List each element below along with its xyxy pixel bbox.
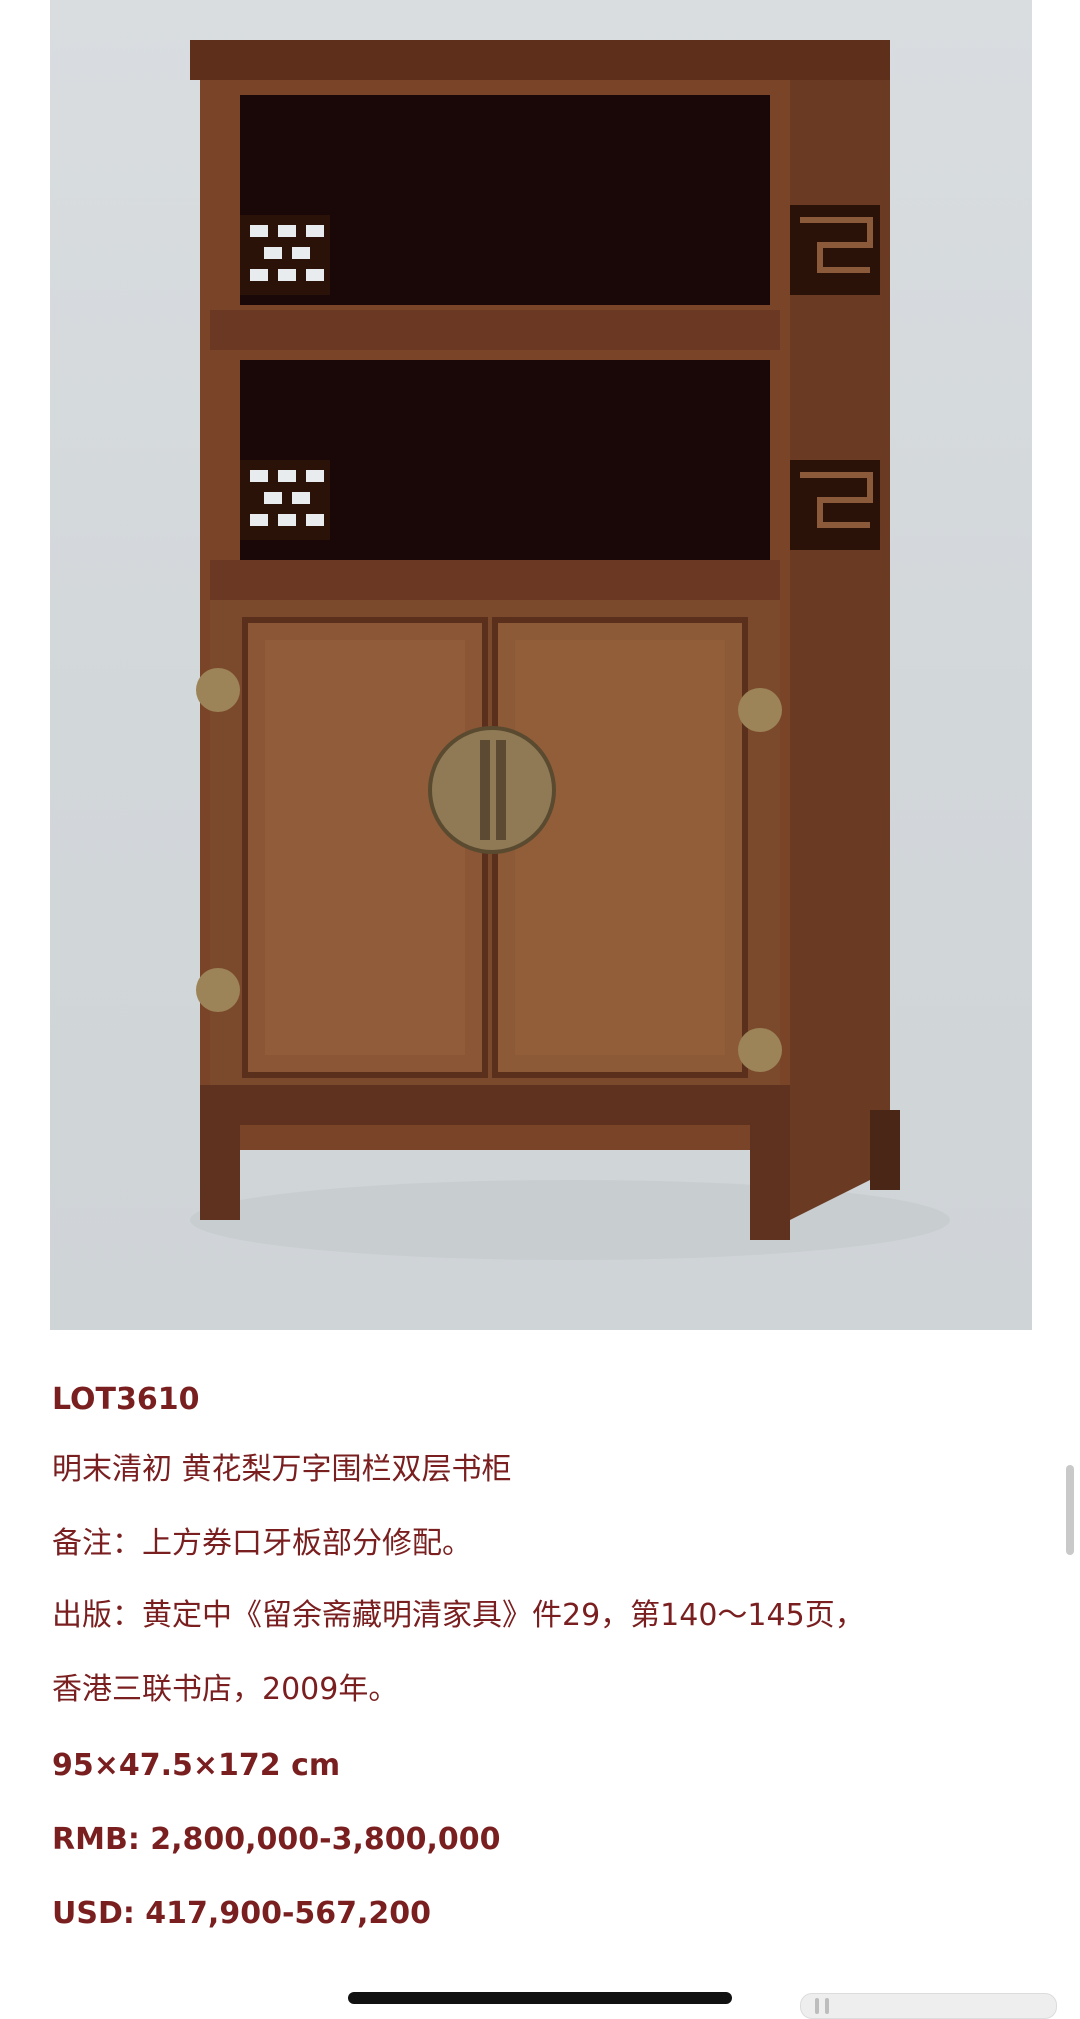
grip-icon (815, 1998, 819, 2014)
lot-number: LOT3610 (52, 1382, 200, 1417)
floating-toolbar[interactable] (800, 1993, 1057, 2019)
cabinet-illustration (190, 40, 950, 1260)
leg-front-left (200, 1120, 240, 1220)
lot-dimensions: 95×47.5×172 cm (52, 1748, 341, 1783)
home-indicator[interactable] (348, 1992, 732, 2004)
lot-publication-line2: 香港三联书店，2009年。 (52, 1672, 399, 1707)
product-photo[interactable] (50, 0, 1032, 1330)
lot-price-rmb: RMB: 2,800,000-3,800,000 (52, 1822, 501, 1857)
grip-icon (825, 1998, 829, 2014)
lot-price-usd: USD: 417,900-567,200 (52, 1896, 432, 1931)
leg-front-right (750, 1120, 790, 1240)
lot-title: 明末清初 黄花梨万字围栏双层书柜 (52, 1452, 512, 1487)
leg-back-right (870, 1110, 900, 1190)
lot-note: 备注：上方券口牙板部分修配。 (52, 1526, 472, 1561)
scrollbar[interactable] (1066, 1465, 1074, 1555)
lot-publication-line1: 出版：黄定中《留余斋藏明清家具》件29，第140～145页， (52, 1598, 865, 1633)
lock-plate (428, 726, 556, 854)
